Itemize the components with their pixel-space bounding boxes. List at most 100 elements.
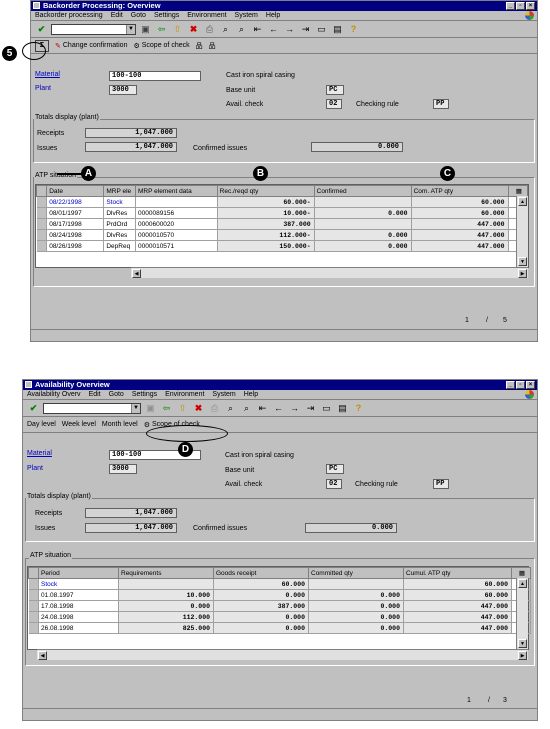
scroll-right-icon[interactable]: ▶ <box>518 269 527 278</box>
menu-environment[interactable]: Environment <box>165 390 204 399</box>
maximize-button[interactable]: ▫ <box>516 2 525 10</box>
print-icon[interactable]: ⎙ <box>208 402 221 415</box>
menu-goto[interactable]: Goto <box>109 390 124 399</box>
scroll-left-icon[interactable]: ◀ <box>132 269 141 278</box>
command-field[interactable]: ▼ <box>43 402 141 414</box>
scroll-up-icon[interactable]: ▲ <box>518 197 527 206</box>
plant-field[interactable]: 3000 <box>109 464 137 474</box>
row-selector[interactable] <box>36 218 48 230</box>
table-row[interactable]: 08/01/1997 DlvRes 0000089156 10.000- 0.000 60… <box>36 207 529 219</box>
shortcut-icon[interactable]: ▤ <box>331 23 344 36</box>
scroll-down-icon[interactable]: ▼ <box>518 257 527 266</box>
help-icon[interactable]: ? <box>352 402 365 415</box>
column-header[interactable]: Cumul. ATP qty <box>403 567 512 579</box>
close-button[interactable]: × <box>526 381 535 389</box>
row-selector[interactable] <box>36 229 48 241</box>
menu-settings[interactable]: Settings <box>154 11 179 20</box>
scope-of-check-button[interactable]: ⚙ Scope of check <box>133 42 189 50</box>
table-row[interactable]: Stock 60.000 60.000 <box>28 578 531 590</box>
cancel-icon[interactable]: ✖ <box>187 23 200 36</box>
menu-backorder-processing[interactable]: Backorder processing <box>35 11 103 20</box>
minimize-button[interactable]: _ <box>506 381 515 389</box>
prev-page-icon[interactable]: ← <box>272 402 285 415</box>
cancel-icon[interactable]: ✖ <box>192 402 205 415</box>
menu-edit[interactable]: Edit <box>111 11 123 20</box>
menu-system[interactable]: System <box>235 11 258 20</box>
find-icon[interactable]: ⌕ <box>224 402 237 415</box>
vertical-scrollbar[interactable]: ▲ ▼ <box>516 578 528 649</box>
menu-availability-overview[interactable]: Availability Overv <box>27 390 81 399</box>
table-row[interactable]: 08/24/1998 DlvRes 0000010570 112.000- 0.000 4… <box>36 229 529 241</box>
new-session-icon[interactable]: ▭ <box>315 23 328 36</box>
chevron-down-icon[interactable]: ▼ <box>126 24 135 34</box>
horizontal-scrollbar[interactable]: ◀ ▶ <box>131 267 528 278</box>
row-selector[interactable] <box>28 611 39 623</box>
scroll-down-icon[interactable]: ▼ <box>518 639 527 648</box>
shortcut-icon[interactable]: ▤ <box>336 402 349 415</box>
exit-icon[interactable]: ⇧ <box>176 402 189 415</box>
change-confirmation-button[interactable]: ✎ Change confirmation <box>55 42 127 50</box>
scroll-left-icon[interactable]: ◀ <box>38 651 47 660</box>
row-selector[interactable] <box>28 589 39 601</box>
menu-edit[interactable]: Edit <box>89 390 101 399</box>
row-selector[interactable] <box>36 240 48 252</box>
month-level-button[interactable]: Month level <box>102 421 138 428</box>
column-header[interactable]: Requirements <box>118 567 214 579</box>
back-icon[interactable]: ⇦ <box>155 23 168 36</box>
first-page-icon[interactable]: ⇤ <box>256 402 269 415</box>
new-session-icon[interactable]: ▭ <box>320 402 333 415</box>
print-icon[interactable]: ⎙ <box>203 23 216 36</box>
table-row[interactable]: 08/26/1998 DepReq 0000010571 150.000- 0.000 4… <box>36 240 529 252</box>
row-selector[interactable] <box>28 600 39 612</box>
row-selector[interactable] <box>36 196 48 208</box>
horizontal-scrollbar[interactable]: ◀ ▶ <box>37 649 528 660</box>
exit-icon[interactable]: ⇧ <box>171 23 184 36</box>
table-row[interactable]: 08/22/1998 Stock 60.000- 60.000 <box>36 196 529 208</box>
last-page-icon[interactable]: ⇥ <box>304 402 317 415</box>
scroll-right-icon[interactable]: ▶ <box>518 651 527 660</box>
save-icon[interactable]: ▣ <box>144 402 157 415</box>
week-level-button[interactable]: Week level <box>62 421 96 428</box>
system-menu-icon[interactable] <box>33 2 40 9</box>
command-field[interactable]: ▼ <box>51 23 136 35</box>
column-header[interactable]: Rec./reqd qty <box>216 185 315 197</box>
find-next-icon[interactable]: ⌕ <box>235 23 248 36</box>
vertical-scrollbar[interactable]: ▲ ▼ <box>516 196 528 267</box>
maximize-button[interactable]: ▫ <box>516 381 525 389</box>
first-page-icon[interactable]: ⇤ <box>251 23 264 36</box>
system-menu-icon[interactable] <box>25 381 32 388</box>
scroll-up-icon[interactable]: ▲ <box>518 579 527 588</box>
table-row[interactable]: 08/17/1998 PrdOrd 0000600020 387.000 447.000 <box>36 218 529 230</box>
check-icon[interactable]: ✔ <box>35 23 48 36</box>
close-button[interactable]: × <box>526 2 535 10</box>
column-header[interactable]: Confirmed <box>313 185 412 197</box>
minimize-button[interactable]: _ <box>506 2 515 10</box>
column-header[interactable]: Committed qty <box>308 567 404 579</box>
row-selector[interactable] <box>36 207 48 219</box>
back-icon[interactable]: ⇦ <box>160 402 173 415</box>
find-next-icon[interactable]: ⌕ <box>240 402 253 415</box>
last-page-icon[interactable]: ⇥ <box>299 23 312 36</box>
save-icon[interactable]: ▣ <box>139 23 152 36</box>
menu-system[interactable]: System <box>212 390 235 399</box>
table-row[interactable]: 24.08.1998 112.000 0.000 0.000 447.000 <box>28 611 531 623</box>
tree-icon[interactable]: 品 <box>196 41 203 51</box>
plant-field[interactable]: 3000 <box>109 85 137 95</box>
find-icon[interactable]: ⌕ <box>219 23 232 36</box>
menu-environment[interactable]: Environment <box>187 11 226 20</box>
next-page-icon[interactable]: → <box>283 23 296 36</box>
column-header[interactable]: Date <box>46 185 105 197</box>
menu-goto[interactable]: Goto <box>131 11 146 20</box>
menu-help[interactable]: Help <box>244 390 258 399</box>
table-row[interactable]: 17.08.1998 0.000 387.000 0.000 447.000 <box>28 600 531 612</box>
column-header[interactable]: MRP element data <box>135 185 218 197</box>
column-header[interactable]: MRP ele <box>103 185 136 197</box>
next-page-icon[interactable]: → <box>288 402 301 415</box>
check-icon[interactable]: ✔ <box>27 402 40 415</box>
table-row[interactable]: 26.08.1998 825.000 0.000 0.000 447.000 <box>28 622 531 634</box>
help-icon[interactable]: ? <box>347 23 360 36</box>
menu-settings[interactable]: Settings <box>132 390 157 399</box>
table-settings-icon[interactable]: ▦ <box>507 185 529 197</box>
column-header[interactable]: Goods receipt <box>213 567 309 579</box>
row-selector[interactable] <box>28 622 39 634</box>
